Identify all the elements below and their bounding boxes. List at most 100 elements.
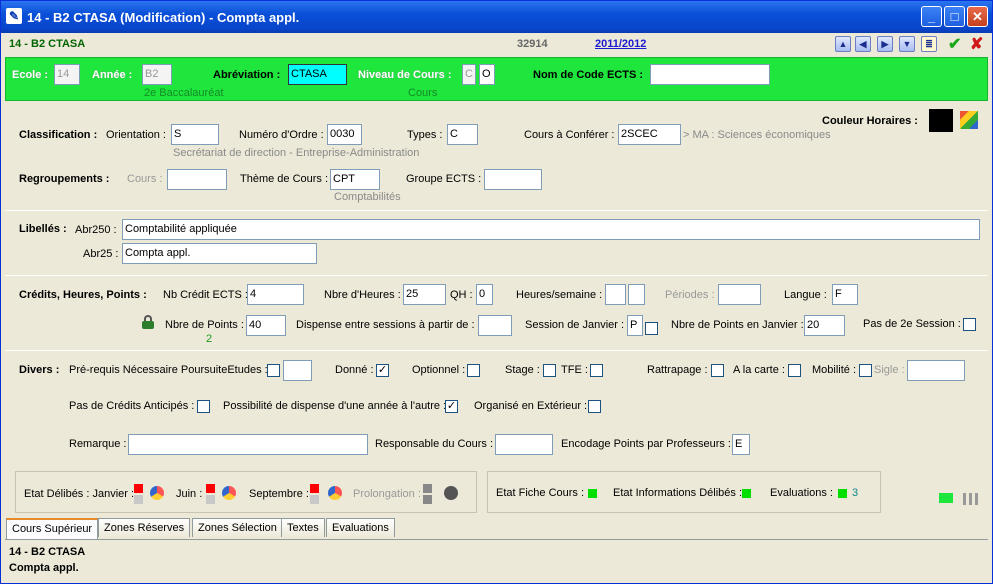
divider xyxy=(5,210,988,211)
ects-code-field[interactable] xyxy=(650,64,770,85)
lock-count: 2 xyxy=(206,333,213,345)
ecole-label: Ecole : xyxy=(12,69,49,81)
session-janvier-field[interactable]: P xyxy=(627,315,643,336)
tab-textes[interactable]: Textes xyxy=(281,518,325,537)
minimize-button[interactable]: _ xyxy=(921,6,942,27)
points-janvier-label: Nbre de Points en Janvier : xyxy=(671,319,804,331)
cours-conferer-field[interactable]: 2SCEC xyxy=(618,124,681,145)
validate-icon[interactable]: ✔ xyxy=(948,34,961,54)
encodage-label: Encodage Points par Professeurs : xyxy=(561,438,731,450)
alacarte-label: A la carte : xyxy=(733,364,785,376)
qh-field[interactable]: 0 xyxy=(476,284,493,305)
theme-cours-description: Comptabilités xyxy=(334,191,401,203)
heures-semaine-field-2[interactable] xyxy=(628,284,645,305)
notes-icon[interactable]: ≣ xyxy=(921,36,937,52)
prolongation-status xyxy=(423,484,432,493)
etat-fiche-box: Etat Fiche Cours : Etat Informations Dél… xyxy=(487,471,881,513)
alacarte-checkbox[interactable] xyxy=(788,364,801,377)
palette-icon[interactable] xyxy=(960,111,978,129)
cancel-icon[interactable]: ✘ xyxy=(970,34,983,54)
juin-status xyxy=(206,484,215,493)
grid-icon[interactable] xyxy=(963,493,979,505)
langue-field[interactable]: F xyxy=(832,284,858,305)
types-field[interactable]: C xyxy=(447,124,478,145)
possibilite-checkbox[interactable]: ✓ xyxy=(445,400,458,413)
annee-field[interactable]: B2 xyxy=(142,64,172,85)
sigle-field[interactable] xyxy=(907,360,965,381)
year-link[interactable]: 2011/2012 xyxy=(595,38,646,50)
dispense-label: Dispense entre sessions à partir de : xyxy=(296,319,475,331)
septembre-status xyxy=(310,484,319,493)
theme-cours-field[interactable]: CPT xyxy=(330,169,380,190)
tab-cours-superieur[interactable]: Cours Supérieur xyxy=(6,518,99,539)
stage-checkbox[interactable] xyxy=(543,364,556,377)
rattrapage-checkbox[interactable] xyxy=(711,364,724,377)
tfe-checkbox[interactable] xyxy=(590,364,603,377)
organise-checkbox[interactable] xyxy=(588,400,601,413)
niveau-field-2[interactable]: O xyxy=(479,64,495,85)
cours-field[interactable] xyxy=(167,169,227,190)
layout-green-icon[interactable] xyxy=(939,493,953,503)
optionnel-checkbox[interactable] xyxy=(467,364,480,377)
responsable-label: Responsable du Cours : xyxy=(375,438,494,450)
points-janvier-field[interactable]: 20 xyxy=(804,315,845,336)
session-janvier-label: Session de Janvier : xyxy=(525,319,625,331)
abr250-field[interactable]: Comptabilité appliquée xyxy=(122,219,980,240)
langue-label: Langue : xyxy=(784,289,827,301)
title-bar: ✎ 14 - B2 CTASA (Modification) - Compta … xyxy=(1,1,992,33)
responsable-field[interactable] xyxy=(495,434,553,455)
pas-credits-checkbox[interactable] xyxy=(197,400,210,413)
cours-conferer-description: > MA : Sciences économiques xyxy=(683,129,831,141)
heures-semaine-field-1[interactable] xyxy=(605,284,626,305)
optionnel-label: Optionnel : xyxy=(412,364,466,376)
close-window-button[interactable]: ✕ xyxy=(967,6,988,27)
pas-2e-session-checkbox[interactable] xyxy=(963,318,976,331)
color-swatch[interactable] xyxy=(929,109,953,132)
septembre-chart-icon[interactable] xyxy=(328,486,342,500)
groupe-ects-field[interactable] xyxy=(484,169,542,190)
session-janvier-checkbox[interactable] xyxy=(645,322,658,335)
divers-label: Divers : xyxy=(19,364,60,376)
regroupements-label: Regroupements : xyxy=(19,173,110,185)
first-record-icon[interactable]: ▲ xyxy=(835,36,851,52)
prolongation-status-secondary xyxy=(423,495,432,504)
previous-record-icon[interactable]: ◀ xyxy=(855,36,871,52)
niveau-field-1[interactable]: C xyxy=(462,64,476,85)
tab-evaluations[interactable]: Evaluations xyxy=(326,518,395,537)
etat-delibes-label: Etat Délibés : Janvier : xyxy=(24,488,135,500)
tab-zones-reserves[interactable]: Zones Réserves xyxy=(98,518,191,537)
next-record-icon[interactable]: ▶ xyxy=(877,36,893,52)
mobilite-checkbox[interactable] xyxy=(859,364,872,377)
footer-title: Compta appl. xyxy=(9,562,79,574)
divider xyxy=(5,275,988,276)
numero-ordre-field[interactable]: 0030 xyxy=(327,124,362,145)
mobilite-label: Mobilité : xyxy=(812,364,857,376)
remarque-field[interactable] xyxy=(128,434,368,455)
nbre-heures-field[interactable]: 25 xyxy=(403,284,446,305)
abreviation-field[interactable]: CTASA xyxy=(288,64,347,85)
abr25-field[interactable]: Compta appl. xyxy=(122,243,317,264)
divider xyxy=(5,350,988,351)
lock-icon[interactable] xyxy=(142,315,154,329)
juin-chart-icon[interactable] xyxy=(222,486,236,500)
septembre-label: Septembre : xyxy=(249,488,309,500)
maximize-button[interactable]: □ xyxy=(944,6,965,27)
ecole-field[interactable]: 14 xyxy=(54,64,80,85)
janvier-chart-icon[interactable] xyxy=(150,486,164,500)
orientation-field[interactable]: S xyxy=(171,124,219,145)
periodes-label: Périodes : xyxy=(665,289,715,301)
etat-fiche-label: Etat Fiche Cours : xyxy=(496,487,585,499)
donne-checkbox[interactable]: ✓ xyxy=(376,364,389,377)
tab-zones-selection[interactable]: Zones Sélection xyxy=(192,518,283,537)
dispense-field[interactable] xyxy=(478,315,512,336)
prerequis-field[interactable] xyxy=(283,360,312,381)
periodes-field[interactable] xyxy=(718,284,761,305)
prolongation-chart-icon[interactable] xyxy=(444,486,458,500)
nb-credit-field[interactable]: 4 xyxy=(247,284,304,305)
nbre-points-field[interactable]: 40 xyxy=(246,315,286,336)
prerequis-checkbox[interactable] xyxy=(267,364,280,377)
evaluations-count: 3 xyxy=(852,487,859,499)
encodage-field[interactable]: E xyxy=(732,434,750,455)
last-record-icon[interactable]: ▼ xyxy=(899,36,915,52)
pas-2e-session-label: Pas de 2e Session : xyxy=(863,318,961,330)
